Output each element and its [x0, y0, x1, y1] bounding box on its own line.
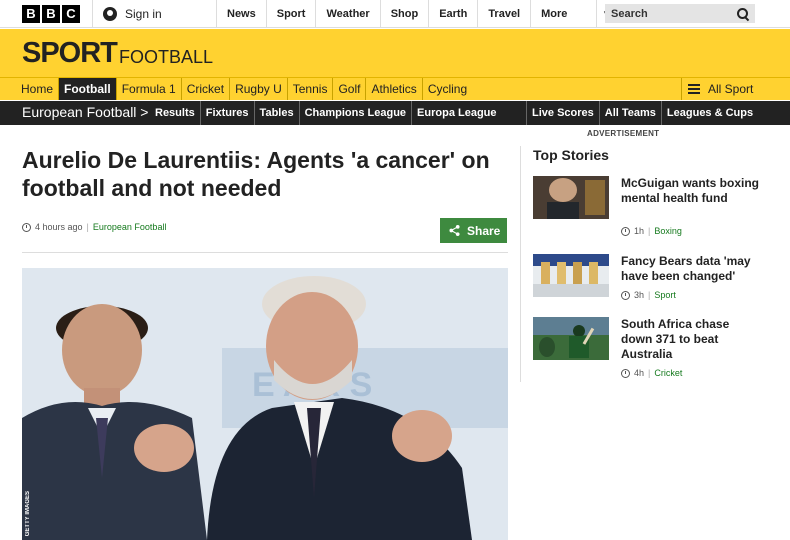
top-nav-sport[interactable]: Sport — [265, 0, 316, 28]
sport-nav-rugby-union[interactable]: Rugby U — [230, 78, 288, 100]
story-thumbnail[interactable] — [533, 176, 609, 219]
bbc-logo-letter-3: C — [62, 5, 80, 23]
clock-icon — [621, 226, 630, 236]
top-nav-weather[interactable]: Weather — [315, 0, 379, 28]
article-topic-link[interactable]: European Football — [93, 222, 167, 232]
section-nav-live-scores[interactable]: Live Scores — [526, 101, 599, 125]
sport-nav-formula-1[interactable]: Formula 1 — [117, 78, 182, 100]
story-time: 1h — [634, 226, 645, 236]
article-headline: Aurelio De Laurentiis: Agents 'a cancer'… — [22, 147, 490, 201]
story-topic-link[interactable]: Boxing — [654, 226, 682, 236]
story-meta: 4h | Cricket — [621, 368, 682, 378]
sign-in-label: Sign in — [125, 7, 162, 21]
menu-icon — [688, 84, 700, 94]
section-nav-europa-league[interactable]: Europa League — [412, 101, 501, 125]
bbc-logo-letter-1: B — [22, 5, 40, 23]
section-nav-all-teams[interactable]: All Teams — [598, 101, 661, 125]
clock-icon — [22, 222, 31, 232]
sport-nav-tennis[interactable]: Tennis — [288, 78, 334, 100]
section-nav-leagues-cups[interactable]: Leagues & Cups — [660, 101, 758, 125]
sport-nav-cycling[interactable]: Cycling — [423, 78, 472, 100]
sport-nav-golf[interactable]: Golf — [333, 78, 367, 100]
story-time: 3h — [634, 290, 645, 300]
story-meta: 3h | Sport — [621, 290, 676, 300]
story-thumbnail-image — [533, 254, 609, 297]
sport-nav-football[interactable]: Football — [59, 78, 117, 100]
advertisement-label: ADVERTISEMENT — [587, 129, 660, 138]
story-item[interactable]: South Africa chase down 371 to beat Aust… — [533, 317, 763, 383]
all-sport-label: All Sport — [708, 82, 754, 96]
meta-separator: | — [648, 368, 651, 378]
search-placeholder: Search — [611, 7, 648, 20]
sign-in-link[interactable]: Sign in — [92, 0, 216, 28]
divider — [22, 252, 508, 253]
more-label: More — [541, 8, 568, 20]
sport-banner: SPORT FOOTBALL — [0, 29, 790, 77]
story-title[interactable]: Fancy Bears data 'may have been changed' — [621, 254, 761, 284]
story-topic-link[interactable]: Sport — [654, 290, 676, 300]
search-input[interactable]: Search — [605, 4, 755, 23]
search-area: Search — [596, 0, 755, 28]
section-nav-tables[interactable]: Tables — [255, 101, 300, 125]
bbc-logo[interactable]: B B C — [22, 5, 80, 23]
column-divider — [520, 146, 521, 382]
top-stories-heading: Top Stories — [533, 147, 609, 163]
top-nav-earth[interactable]: Earth — [428, 0, 477, 28]
all-sport-button[interactable]: All Sport — [681, 78, 753, 100]
share-button[interactable]: Share — [440, 218, 507, 243]
top-nav-travel[interactable]: Travel — [477, 0, 530, 28]
section-title[interactable]: FOOTBALL — [119, 47, 213, 68]
bbc-logo-letter-2: B — [42, 5, 60, 23]
top-nav-news[interactable]: News — [216, 0, 266, 28]
meta-separator: | — [648, 226, 651, 236]
sport-nav-home[interactable]: Home — [16, 78, 60, 100]
section-nav-champions-league[interactable]: Champions League — [300, 101, 413, 125]
bbc-top-bar: B B C Sign in News Sport Weather Shop Ea… — [0, 0, 790, 28]
sport-nav-cricket[interactable]: Cricket — [182, 78, 231, 100]
section-nav-fixtures[interactable]: Fixtures — [201, 101, 255, 125]
story-meta: 1h | Boxing — [621, 226, 682, 236]
article-time: 4 hours ago — [35, 222, 83, 232]
sport-nav-athletics[interactable]: Athletics — [366, 78, 423, 100]
section-nav: European Football > Results Fixtures Tab… — [0, 101, 790, 125]
sport-nav: Home Football Formula 1 Cricket Rugby U … — [0, 77, 790, 100]
story-thumbnail[interactable] — [533, 254, 609, 297]
story-item[interactable]: Fancy Bears data 'may have been changed'… — [533, 254, 763, 304]
story-thumbnail-image — [533, 317, 609, 360]
meta-separator: | — [648, 290, 651, 300]
story-title[interactable]: South Africa chase down 371 to beat Aust… — [621, 317, 761, 362]
story-title[interactable]: McGuigan wants boxing mental health fund — [621, 176, 761, 206]
search-icon[interactable] — [737, 7, 749, 20]
meta-separator: | — [86, 222, 89, 232]
story-thumbnail[interactable] — [533, 317, 609, 360]
clock-icon — [621, 368, 630, 378]
story-time: 4h — [634, 368, 645, 378]
clock-icon — [621, 290, 630, 300]
top-nav: News Sport Weather Shop Earth Travel Mor… — [216, 0, 620, 28]
story-topic-link[interactable]: Cricket — [654, 368, 682, 378]
article-meta: 4 hours ago | European Football — [22, 222, 166, 232]
article-photo-illustration: E A R S — [22, 268, 508, 540]
share-icon — [449, 225, 460, 236]
section-nav-title[interactable]: European Football > — [22, 104, 148, 120]
user-icon — [103, 7, 117, 21]
story-thumbnail-image — [533, 176, 609, 219]
share-label: Share — [467, 223, 501, 238]
section-nav-results[interactable]: Results — [150, 101, 201, 125]
image-credit: GETTY IMAGES — [25, 490, 31, 536]
sport-logo[interactable]: SPORT — [22, 37, 118, 70]
story-item[interactable]: McGuigan wants boxing mental health fund… — [533, 176, 763, 246]
article-image: E A R S GETTY IMAGES — [22, 268, 508, 540]
top-nav-shop[interactable]: Shop — [379, 0, 429, 28]
